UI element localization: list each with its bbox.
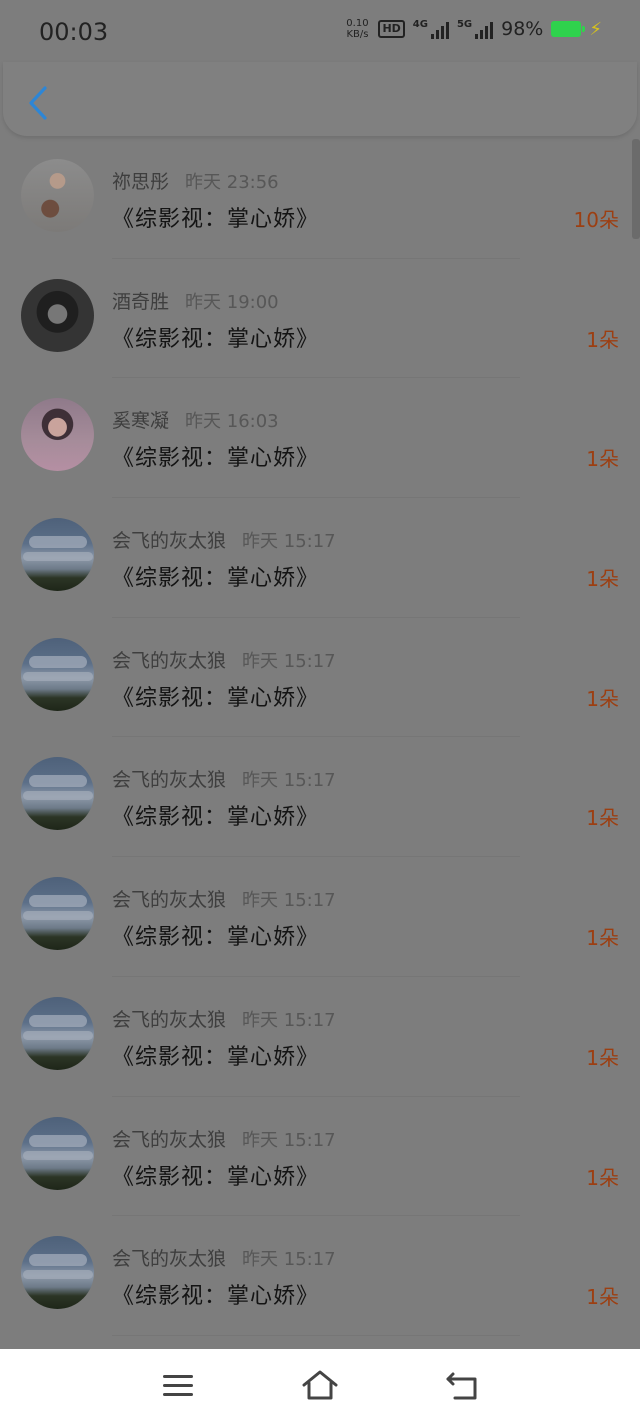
flower-count: 1朵 [586,327,619,352]
sender-name: 酒奇胜 [112,290,170,313]
sender-name: 会飞的灰太狼 [112,649,227,672]
home-icon[interactable] [301,1369,339,1401]
sender-name: 会飞的灰太狼 [112,1008,227,1031]
sender-name: 祢思彤 [112,171,170,193]
status-indicators: 0.10 KB/s HD 4G 5G 98% ⚡ [344,18,602,40]
sender-name: 会飞的灰太狼 [112,889,227,912]
avatar[interactable] [21,996,94,1070]
book-title: 《综影视：掌心娇》 [112,1044,320,1070]
network-speed: 0.10 KB/s [344,18,370,40]
divider [112,1334,520,1336]
book-title: 《综影视：掌心娇》 [112,446,320,472]
status-bar: 00:03 0.10 KB/s HD 4G 5G 98% ⚡ [0,0,640,62]
status-time: 00:03 [39,18,109,46]
hd-voice-icon: HD [378,20,405,38]
list-item[interactable]: 会飞的灰太狼 昨天 15:17 《综影视：掌心娇》 1朵 [0,977,640,1097]
gift-record-list: 祢思彤 昨天 23:56 《综影视：掌心娇》 10朵酒奇胜 昨天 19:00 《综影视：掌… [0,139,640,1336]
list-item[interactable]: 酒奇胜 昨天 19:00 《综影视：掌心娇》 1朵 [0,259,640,379]
list-item[interactable]: 会飞的灰太狼 昨天 15:17 《综影视：掌心娇》 1朵 [0,857,640,977]
list-item[interactable]: 会飞的灰太狼 昨天 15:17 《综影视：掌心娇》 1朵 [0,737,640,858]
sent-time: 昨天 19:00 [185,291,279,313]
battery-percent: 98% [501,18,544,40]
sent-time: 昨天 15:17 [242,1129,336,1151]
list-item[interactable]: 会飞的灰太狼 昨天 15:17 《综影视：掌心娇》 1朵 [0,498,640,618]
avatar[interactable] [21,1236,94,1310]
avatar[interactable] [21,278,94,352]
signal-4g-label: 4G [412,19,428,30]
menu-icon[interactable] [163,1375,193,1397]
flower-count: 1朵 [586,1165,619,1190]
sender-name-line: 会飞的灰太狼 昨天 15:17 [112,646,336,673]
scrollbar[interactable] [632,139,640,239]
avatar[interactable] [21,757,94,831]
avatar[interactable] [21,1116,94,1190]
back-icon[interactable] [445,1371,479,1401]
list-item[interactable]: 会飞的灰太狼 昨天 15:17 《综影视：掌心娇》 1朵 [0,1097,640,1217]
book-title: 《综影视：掌心娇》 [112,566,320,592]
charging-bolt-icon: ⚡ [589,18,602,40]
sender-name-line: 会飞的灰太狼 昨天 15:17 [112,1125,336,1152]
sender-name-line: 会飞的灰太狼 昨天 15:17 [112,526,336,553]
flower-count: 1朵 [586,447,619,472]
avatar[interactable] [21,159,94,232]
sent-time: 昨天 16:03 [185,411,279,433]
sender-name-line: 会飞的灰太狼 昨天 15:17 [112,1005,336,1032]
avatar[interactable] [21,518,94,592]
sender-name-line: 祢思彤 昨天 23:56 [112,167,279,194]
sender-name: 会飞的灰太狼 [112,530,227,553]
sent-time: 昨天 15:17 [242,1009,336,1031]
book-title: 《综影视：掌心娇》 [112,207,320,232]
sender-name-line: 会飞的灰太狼 昨天 15:17 [112,1244,336,1271]
top-nav-bar [3,62,637,136]
sender-name-line: 会飞的灰太狼 昨天 15:17 [112,765,336,792]
list-item[interactable]: 会飞的灰太狼 昨天 15:17 《综影视：掌心娇》 1朵 [0,1216,640,1336]
sender-name-line: 会飞的灰太狼 昨天 15:17 [112,885,336,912]
sender-name-line: 奚寒凝 昨天 16:03 [112,406,279,433]
book-title: 《综影视：掌心娇》 [112,1164,320,1190]
sent-time: 昨天 15:17 [242,770,336,792]
sender-name-line: 酒奇胜 昨天 19:00 [112,287,279,314]
flower-count: 1朵 [586,1045,619,1070]
sent-time: 昨天 15:17 [242,1249,336,1271]
list-item[interactable]: 会飞的灰太狼 昨天 15:17 《综影视：掌心娇》 1朵 [0,618,640,738]
signal-4g-icon: 4G [413,19,449,39]
sent-time: 昨天 15:17 [242,650,336,672]
book-title: 《综影视：掌心娇》 [112,805,320,831]
avatar[interactable] [21,398,94,472]
network-speed-value: 0.10 [346,18,369,29]
book-title: 《综影视：掌心娇》 [112,925,320,951]
list-item[interactable]: 奚寒凝 昨天 16:03 《综影视：掌心娇》 1朵 [0,378,640,499]
flower-count: 1朵 [586,686,619,711]
sender-name: 会飞的灰太狼 [112,1248,227,1271]
system-nav-bar [0,1349,640,1423]
network-speed-unit: KB/s [346,29,369,40]
sender-name: 会飞的灰太狼 [112,1128,227,1151]
signal-5g-label: 5G [456,19,473,30]
flower-count: 1朵 [586,926,619,951]
sent-time: 昨天 23:56 [185,172,279,193]
sender-name: 奚寒凝 [112,410,170,433]
sent-time: 昨天 15:17 [242,531,336,553]
avatar[interactable] [21,877,94,951]
flower-count: 1朵 [586,806,619,831]
battery-icon [551,21,586,37]
sent-time: 昨天 15:17 [242,890,336,912]
flower-count: 10朵 [573,208,619,232]
flower-count: 1朵 [586,1285,619,1310]
book-title: 《综影视：掌心娇》 [112,326,320,352]
avatar[interactable] [21,637,94,711]
flower-count: 1朵 [586,567,619,592]
book-title: 《综影视：掌心娇》 [112,1284,320,1310]
list-item[interactable]: 祢思彤 昨天 23:56 《综影视：掌心娇》 10朵 [0,139,640,259]
signal-5g-icon: 5G [456,19,494,39]
sender-name: 会飞的灰太狼 [112,769,227,792]
chevron-left-icon[interactable] [25,84,51,122]
book-title: 《综影视：掌心娇》 [112,685,320,711]
